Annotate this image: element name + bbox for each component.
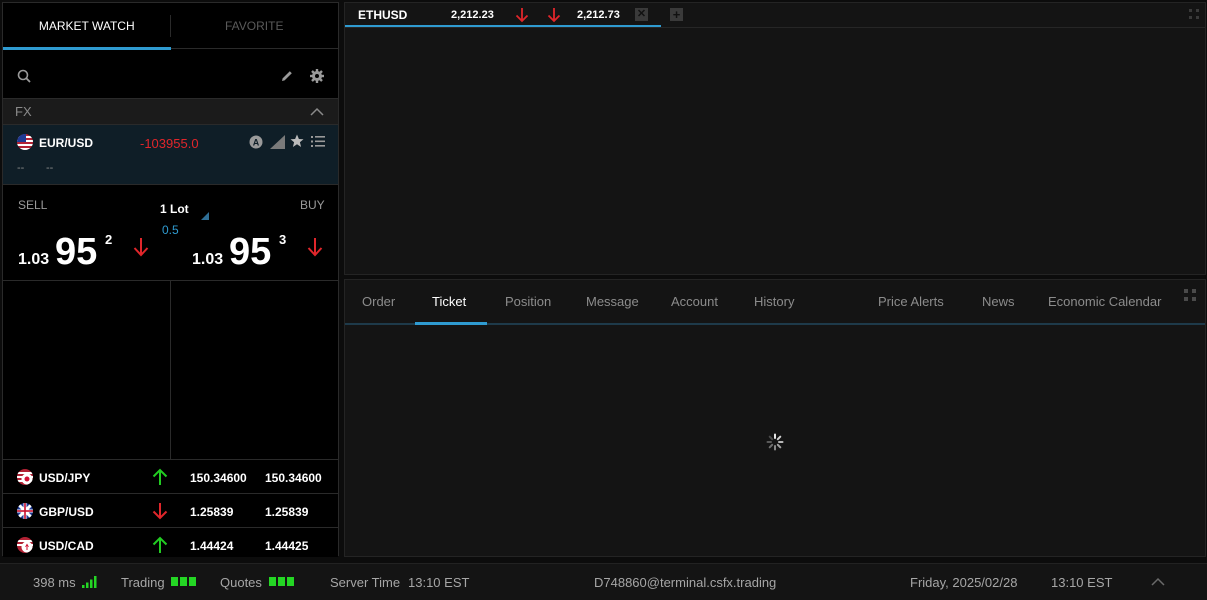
server-time-value: 13:10 EST (408, 575, 470, 590)
tab-favorite[interactable]: FAVORITE (171, 3, 339, 49)
dropdown-corner-icon[interactable] (201, 207, 209, 220)
quote-row[interactable]: GBP/USD 1.25839 1.25839 (3, 494, 338, 528)
chart-tab-ask: 2,212.73 (577, 9, 620, 21)
tab-economic-calendar[interactable]: Economic Calendar (1048, 294, 1161, 309)
fx-group-header[interactable]: FX (3, 99, 338, 125)
trade-ticket: SELL BUY 1 Lot 0.5 1.03 95 2 1.03 95 3 (3, 185, 338, 281)
buy-price-fraction: 3 (279, 232, 287, 247)
buy-price-prefix: 1.03 (192, 251, 224, 268)
tab-order[interactable]: Order (362, 294, 395, 309)
quote-symbol: USD/JPY (39, 471, 91, 485)
buy-label: BUY (300, 198, 325, 212)
chevron-up-icon[interactable] (1151, 576, 1165, 588)
sell-price-pips: 95 (55, 231, 98, 273)
terminal-tabs: Order Ticket Position Message Account Hi… (345, 280, 1205, 325)
server-time-label: Server Time (330, 575, 401, 590)
quote-symbol: USD/CAD (39, 539, 94, 553)
group-label: FX (15, 104, 32, 119)
tab-history[interactable]: History (754, 294, 794, 309)
arrow-down-icon (307, 237, 323, 257)
tab-market-watch[interactable]: MARKET WATCH (3, 3, 171, 50)
change-value: -103955.0 (140, 136, 199, 151)
svg-text:A: A (253, 138, 260, 148)
buy-price-pips: 95 (229, 231, 272, 273)
depth-divider (170, 281, 171, 460)
user-account: D748860@terminal.csfx.trading (594, 575, 777, 590)
search-icon[interactable] (14, 66, 34, 86)
quote-ask: 1.25839 (265, 505, 309, 519)
loading-spinner-icon (766, 433, 784, 451)
tab-ticket[interactable]: Ticket (432, 294, 466, 309)
spread-value: 0.5 (162, 223, 179, 237)
close-icon[interactable]: ✕ (635, 8, 648, 21)
list-icon[interactable] (311, 135, 325, 148)
arrow-down-icon (152, 502, 168, 520)
lot-size-select[interactable]: 1 Lot (160, 202, 189, 216)
gb-us-flag-icon (17, 503, 33, 519)
tab-divider (170, 15, 171, 37)
gear-icon[interactable] (307, 66, 327, 86)
symbol-label: EUR/USD (39, 136, 94, 150)
arrow-down-icon (547, 7, 561, 23)
expand-icon[interactable] (1189, 9, 1199, 19)
tab-price-alerts[interactable]: Price Alerts (878, 294, 944, 309)
sell-label: SELL (18, 198, 48, 212)
drag-handle-icon[interactable] (1183, 288, 1197, 302)
status-bar: 398 ms Trading Quotes Server Time 13:10 … (0, 563, 1207, 600)
tab-position[interactable]: Position (505, 294, 551, 309)
market-watch-panel: MARKET WATCH FAVORITE FX EUR/USD -103955… (2, 2, 339, 557)
depth-area (3, 281, 338, 460)
tab-account[interactable]: Account (671, 294, 718, 309)
quote-bid: 150.34600 (190, 471, 247, 485)
chart-panel: ETHUSD 2,212.23 2,212.73 ✕ + (344, 2, 1206, 275)
us-ca-flag-icon (17, 537, 33, 553)
chart-tab-symbol: ETHUSD (358, 8, 408, 22)
signal-strength-icon (82, 576, 97, 588)
tab-message[interactable]: Message (586, 294, 639, 309)
tab-news[interactable]: News (982, 294, 1015, 309)
pencil-icon[interactable] (277, 66, 297, 86)
sell-price-prefix: 1.03 (18, 251, 50, 268)
eu-flag-icon (17, 134, 33, 150)
quote-bid: 1.25839 (190, 505, 234, 519)
us-jp-flag-icon (17, 469, 33, 485)
arrow-up-icon (152, 536, 168, 554)
quotes-label: Quotes (220, 575, 262, 590)
current-date: Friday, 2025/02/28 (910, 575, 1018, 590)
quote-row[interactable]: USD/JPY 150.34600 150.34600 (3, 460, 338, 494)
quote-row[interactable]: USD/CAD 1.44424 1.44425 (3, 528, 338, 557)
bid-placeholder: -- (17, 162, 25, 174)
star-icon[interactable] (290, 134, 304, 148)
tab-bar-divider (345, 27, 1205, 28)
signal-bars-icon[interactable] (270, 135, 285, 149)
market-watch-tabs: MARKET WATCH FAVORITE (3, 3, 339, 50)
terminal-panel: Order Ticket Position Message Account Hi… (344, 279, 1206, 557)
plus-icon[interactable]: + (670, 8, 683, 21)
sell-price-fraction: 2 (105, 232, 113, 247)
auto-icon[interactable]: A (249, 135, 263, 149)
trading-label: Trading (121, 575, 165, 590)
symbol-search-bar[interactable] (3, 53, 338, 99)
latency-value: 398 ms (33, 575, 76, 590)
local-time: 13:10 EST (1051, 575, 1113, 590)
selected-symbol-row[interactable]: EUR/USD -103955.0 A -- -- (3, 125, 338, 185)
arrow-down-icon (133, 237, 149, 257)
ask-placeholder: -- (46, 162, 54, 174)
chart-tab-bid: 2,212.23 (451, 9, 494, 21)
chart-tab-ethusd[interactable]: ETHUSD 2,212.23 2,212.73 ✕ (345, 3, 661, 27)
chevron-up-icon[interactable] (310, 105, 324, 119)
arrow-down-icon (515, 7, 529, 23)
arrow-up-icon (152, 468, 168, 486)
quote-ask: 1.44425 (265, 539, 309, 553)
quote-ask: 150.34600 (265, 471, 322, 485)
quote-bid: 1.44424 (190, 539, 234, 553)
active-tab-indicator (415, 322, 487, 325)
quote-symbol: GBP/USD (39, 505, 94, 519)
